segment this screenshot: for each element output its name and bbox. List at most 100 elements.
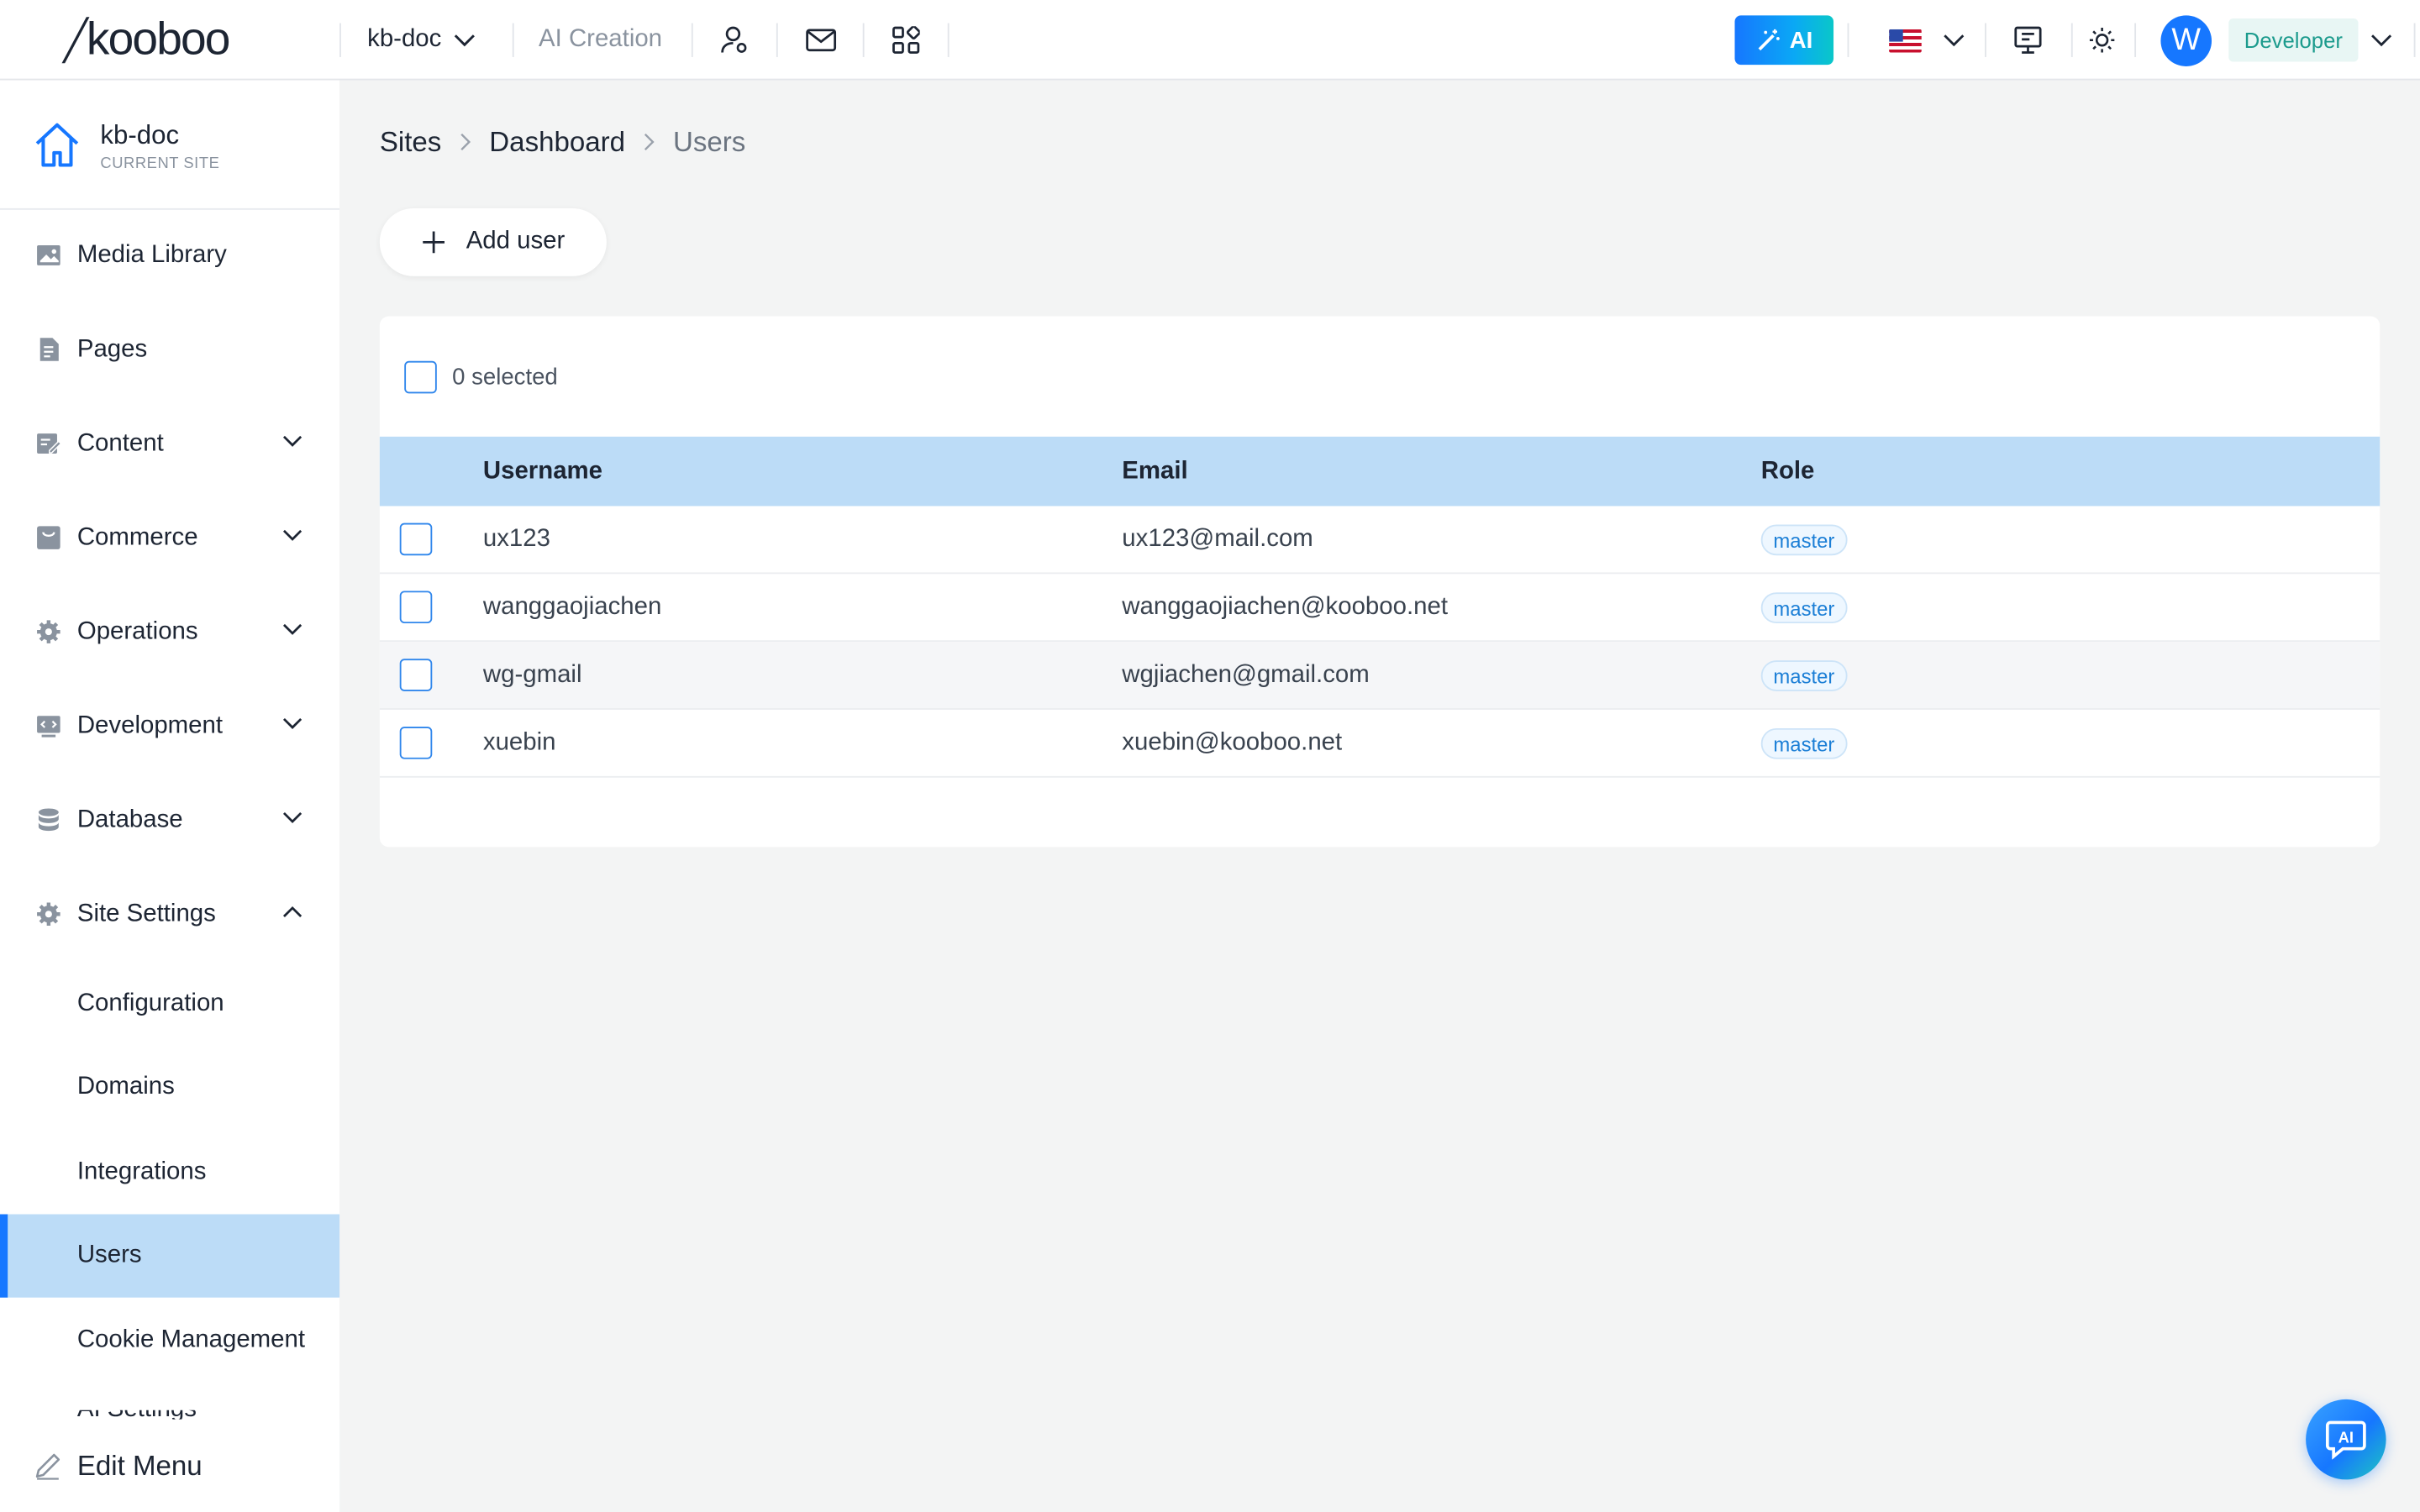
divider <box>1847 23 1849 57</box>
chevron-down-icon <box>454 34 475 46</box>
username-cell: wg-gmail <box>482 661 582 689</box>
users-table-card: 0 selected Username Email Role ux123 ux1… <box>379 316 2381 848</box>
apps-grid-icon[interactable] <box>889 24 923 57</box>
ai-chat-label: AI <box>2338 1428 2354 1446</box>
username-cell: wanggaojiachen <box>482 594 662 621</box>
role-tag: master <box>1760 592 1848 624</box>
table-row[interactable]: ux123 ux123@mail.com master <box>379 506 2381 575</box>
sidebar-item-label: Development <box>76 712 224 739</box>
breadcrumb: Sites Dashboard Users <box>380 123 746 160</box>
ai-button[interactable]: AI <box>1734 15 1834 66</box>
plus-icon <box>423 231 445 254</box>
chevron-down-icon <box>1944 34 1965 46</box>
sidebar-item-label: Commerce <box>76 524 198 551</box>
sidebar-item-development[interactable]: Development <box>0 685 339 769</box>
sidebar-subitem-label: Domains <box>76 1074 175 1100</box>
page-icon <box>39 338 59 361</box>
email-cell: xuebin@kooboo.net <box>1122 729 1343 757</box>
sidebar-subitem-users[interactable]: Users <box>0 1214 340 1298</box>
role-tag: master <box>1760 727 1848 759</box>
preview-screen-icon[interactable] <box>2011 24 2044 57</box>
username-cell: xuebin <box>482 729 556 757</box>
current-site[interactable]: kb-doc CURRENT SITE <box>0 81 340 210</box>
sidebar-item-pages[interactable]: Pages <box>0 308 339 391</box>
divider <box>339 23 341 57</box>
chevron-down-icon[interactable] <box>2370 28 2392 55</box>
row-checkbox[interactable] <box>399 659 433 691</box>
table-row[interactable]: wg-gmail wgjiachen@gmail.com master <box>379 642 2381 710</box>
sidebar-item-commerce[interactable]: Commerce <box>0 496 339 580</box>
avatar[interactable]: W <box>2160 15 2212 66</box>
sidebar-subitem-clipped[interactable]: AI Settings <box>0 1410 339 1420</box>
sidebar-item-label: Site Settings <box>76 900 216 927</box>
content-icon <box>37 433 62 454</box>
kooboo-logo[interactable]: kooboo <box>61 13 230 68</box>
divider <box>2413 23 2416 57</box>
sidebar-item-database[interactable]: Database <box>0 780 339 863</box>
row-checkbox[interactable] <box>399 591 433 624</box>
sidebar-subitem-domains[interactable]: Domains <box>0 1046 339 1129</box>
sidebar-subitem-cookie-management[interactable]: Cookie Management <box>0 1299 339 1383</box>
table-row[interactable]: wanggaojiachen wanggaojiachen@kooboo.net… <box>379 574 2381 643</box>
code-icon <box>37 716 60 738</box>
row-checkbox[interactable] <box>399 522 433 556</box>
chevron-down-icon <box>282 529 302 541</box>
row-checkbox[interactable] <box>399 727 433 759</box>
divider <box>2134 23 2137 57</box>
role-badge[interactable]: Developer <box>2228 18 2359 62</box>
edit-menu-label: Edit Menu <box>76 1449 203 1481</box>
sidebar-subitem-configuration[interactable]: Configuration <box>0 963 339 1046</box>
sidebar-item-operations[interactable]: Operations <box>0 591 339 674</box>
ai-chat-button[interactable]: AI <box>2306 1399 2386 1480</box>
sidebar-subitem-label: Cookie Management <box>76 1326 306 1353</box>
column-header-email[interactable]: Email <box>1122 437 1187 507</box>
role-tag: master <box>1760 660 1848 691</box>
table-header: Username Email Role <box>379 436 2381 507</box>
username-cell: ux123 <box>482 526 550 553</box>
edit-menu-button[interactable]: Edit Menu <box>0 1419 340 1512</box>
chevron-down-icon <box>282 435 302 447</box>
sidebar-item-label: Media Library <box>76 242 227 269</box>
sidebar-item-content[interactable]: Content <box>0 402 339 486</box>
commerce-icon <box>37 526 60 549</box>
email-cell: wgjiachen@gmail.com <box>1122 661 1370 689</box>
add-user-button[interactable]: Add user <box>379 207 607 276</box>
theme-sun-icon[interactable] <box>2085 24 2118 57</box>
select-all-checkbox[interactable] <box>404 360 437 393</box>
sidebar-subitem-label: Users <box>76 1242 142 1268</box>
sidebar-item-site-settings[interactable]: Site Settings <box>0 874 339 957</box>
mail-icon[interactable] <box>804 24 838 57</box>
breadcrumb-sites[interactable]: Sites <box>380 126 442 159</box>
sidebar-subitem-integrations[interactable]: Integrations <box>0 1131 339 1214</box>
chevron-down-icon <box>282 623 302 635</box>
table-row[interactable]: xuebin xuebin@kooboo.net master <box>379 710 2381 778</box>
site-selector[interactable]: kb-doc <box>367 0 476 81</box>
sidebar-subitem-label: Integrations <box>76 1158 207 1185</box>
divider <box>1985 23 1986 57</box>
home-icon <box>35 123 79 167</box>
selection-count: 0 selected <box>452 363 558 390</box>
email-cell: wanggaojiachen@kooboo.net <box>1122 594 1449 621</box>
sidebar-item-label: Content <box>76 430 164 457</box>
chevron-down-icon <box>282 811 302 824</box>
sidebar: kb-doc CURRENT SITE Media Library Pages … <box>0 80 340 1512</box>
current-site-caption: CURRENT SITE <box>100 155 220 173</box>
sidebar-item-label: Database <box>76 806 183 833</box>
divider <box>512 23 514 57</box>
column-header-username[interactable]: Username <box>483 437 602 507</box>
language-selector[interactable] <box>1889 24 1965 57</box>
ai-chat-icon: AI <box>2325 1420 2366 1460</box>
current-site-name: kb-doc <box>100 120 180 150</box>
sidebar-subitem-label: AI Settings <box>77 1410 197 1420</box>
sidebar-item-media-library[interactable]: Media Library <box>0 214 339 297</box>
column-header-role[interactable]: Role <box>1761 437 1815 507</box>
chevron-up-icon <box>282 906 302 917</box>
gear-icon <box>37 902 60 927</box>
breadcrumb-users: Users <box>672 125 746 157</box>
divider <box>862 23 865 57</box>
sidebar-subitem-label: Configuration <box>76 990 224 1017</box>
user-manage-icon[interactable] <box>718 24 751 57</box>
ai-creation-link[interactable]: AI Creation <box>539 0 662 81</box>
breadcrumb-dashboard[interactable]: Dashboard <box>489 126 625 159</box>
divider <box>691 23 693 57</box>
